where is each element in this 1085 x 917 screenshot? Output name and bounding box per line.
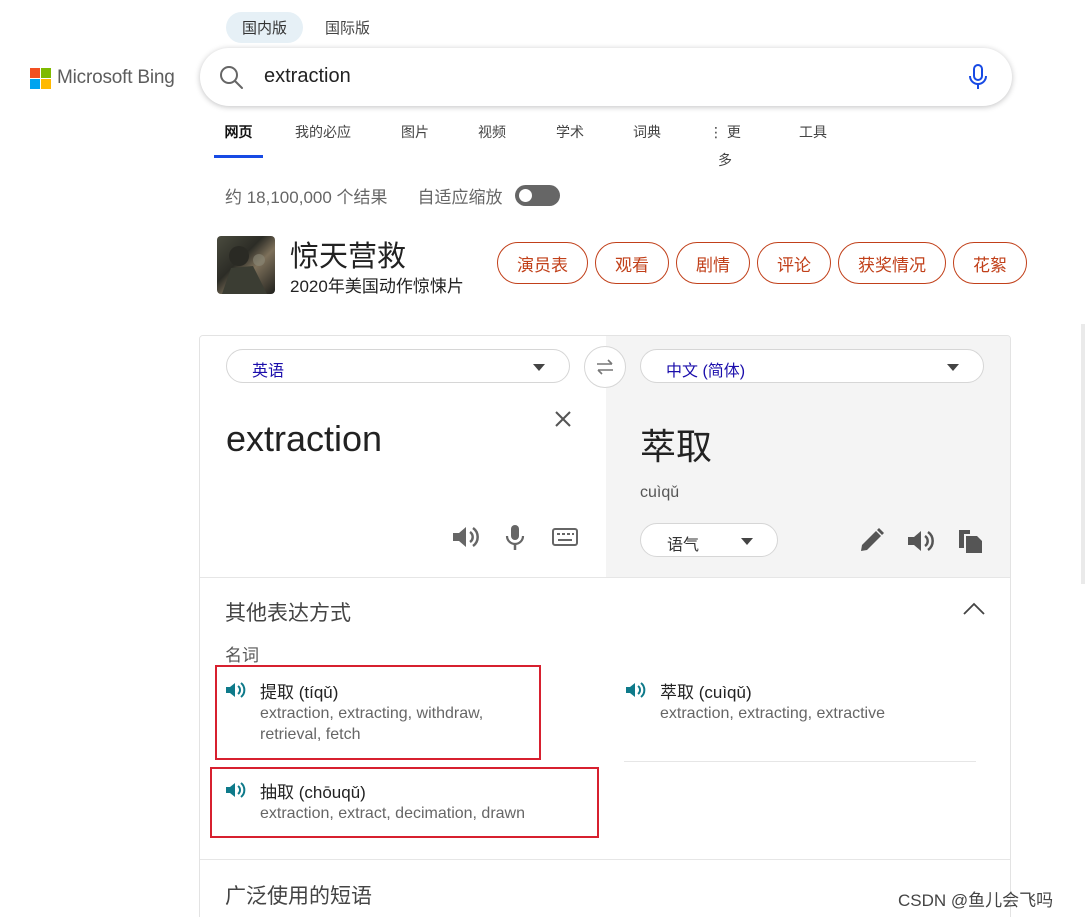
chevron-up-icon[interactable] xyxy=(962,601,986,617)
keyboard-icon[interactable] xyxy=(550,522,580,552)
search-box xyxy=(200,48,1012,106)
divider xyxy=(200,859,1010,860)
alternative-synonyms: extraction, extracting, extractive xyxy=(660,703,885,724)
target-pane: 中文 (简体) 萃取 cuìqǔ 语气 xyxy=(606,336,1010,577)
nav-item-more[interactable]: ⋮ 更多 xyxy=(703,118,747,168)
highlight-box xyxy=(215,665,541,760)
swap-languages-button[interactable] xyxy=(584,346,626,388)
nav-item-tools[interactable]: 工具 xyxy=(799,118,827,158)
translated-text: 萃取 xyxy=(640,426,713,467)
alternative-item[interactable]: 萃取 (cuìqǔ) extraction, extracting, extra… xyxy=(625,678,955,728)
speaker-icon[interactable] xyxy=(625,680,647,700)
close-icon[interactable] xyxy=(553,409,573,429)
microsoft-logo-icon xyxy=(30,67,51,89)
chip-plot[interactable]: 剧情 xyxy=(676,242,750,284)
bing-search-page: 国内版 国际版 Microsoft Bing 网页 我的必应 图片 视频 学术 xyxy=(0,0,1085,917)
synonyms-line: extraction, extracting, extractive xyxy=(660,705,885,722)
scrollbar[interactable] xyxy=(1081,324,1085,584)
target-language-select[interactable]: 中文 (简体) xyxy=(640,349,984,383)
search-input[interactable] xyxy=(264,65,924,88)
swap-icon xyxy=(597,359,613,375)
nav-bar: 网页 我的必应 图片 视频 学术 词典 ⋮ 更多 工具 xyxy=(214,118,827,168)
pinyin-text: cuìqǔ xyxy=(640,484,680,501)
logo-text: Microsoft Bing xyxy=(57,67,175,88)
divider xyxy=(200,577,1010,578)
pencil-icon[interactable] xyxy=(856,526,886,556)
adaptive-zoom-toggle[interactable] xyxy=(514,185,560,206)
movie-title[interactable]: 惊天营救 xyxy=(290,233,406,275)
adaptive-zoom-label: 自适应缩放 xyxy=(417,188,503,207)
common-phrases-title: 广泛使用的短语 xyxy=(225,885,372,908)
target-language-label: 中文 (简体) xyxy=(666,363,746,380)
result-count: 约 18,100,000 个结果 xyxy=(225,188,388,207)
chip-cast[interactable]: 演员表 xyxy=(497,242,588,284)
highlight-box xyxy=(210,767,599,838)
chevron-down-icon xyxy=(947,364,959,371)
chevron-down-icon xyxy=(533,364,545,371)
scope-tab-international[interactable]: 国际版 xyxy=(309,12,386,43)
movie-chips: 演员表 观看 剧情 评论 获奖情况 花絮 xyxy=(497,242,1027,284)
chip-watch[interactable]: 观看 xyxy=(595,242,669,284)
source-pane: 英语 extraction xyxy=(200,336,606,577)
chevron-down-icon xyxy=(741,538,753,545)
result-info-row: 约 18,100,000 个结果 自适应缩放 xyxy=(225,183,560,208)
alternatives-title: 其他表达方式 xyxy=(225,602,351,625)
scope-tab-domestic[interactable]: 国内版 xyxy=(226,12,304,43)
speaker-icon[interactable] xyxy=(450,522,480,552)
movie-subtitle: 2020年美国动作惊悚片 xyxy=(290,277,464,296)
nav-item-academic[interactable]: 学术 xyxy=(556,118,584,158)
search-icon[interactable] xyxy=(218,64,244,90)
chip-awards[interactable]: 获奖情况 xyxy=(838,242,946,284)
scope-tabs: 国内版 国际版 xyxy=(226,12,386,43)
microphone-icon[interactable] xyxy=(966,63,990,91)
speaker-icon[interactable] xyxy=(905,526,935,556)
nav-item-dictionary[interactable]: 词典 xyxy=(633,118,661,158)
copy-icon[interactable] xyxy=(955,526,985,556)
tone-label: 语气 xyxy=(667,537,700,554)
watermark: CSDN @鱼儿会飞吗 xyxy=(898,891,1054,910)
alternative-term: 萃取 (cuìqǔ) xyxy=(660,683,752,702)
source-text[interactable]: extraction xyxy=(226,418,382,460)
chip-reviews[interactable]: 评论 xyxy=(757,242,831,284)
nav-item-web[interactable]: 网页 xyxy=(214,118,263,158)
nav-item-videos[interactable]: 视频 xyxy=(478,118,506,158)
source-language-select[interactable]: 英语 xyxy=(226,349,570,383)
nav-item-images[interactable]: 图片 xyxy=(401,118,429,158)
part-of-speech-label: 名词 xyxy=(225,646,259,665)
tone-select[interactable]: 语气 xyxy=(640,523,778,557)
bing-logo[interactable]: Microsoft Bing xyxy=(30,67,175,89)
divider xyxy=(624,761,976,762)
chip-trivia[interactable]: 花絮 xyxy=(953,242,1027,284)
nav-item-my-bing[interactable]: 我的必应 xyxy=(295,118,351,158)
microphone-icon[interactable] xyxy=(500,522,530,552)
movie-poster-image[interactable] xyxy=(217,236,275,294)
source-language-label: 英语 xyxy=(252,363,285,380)
